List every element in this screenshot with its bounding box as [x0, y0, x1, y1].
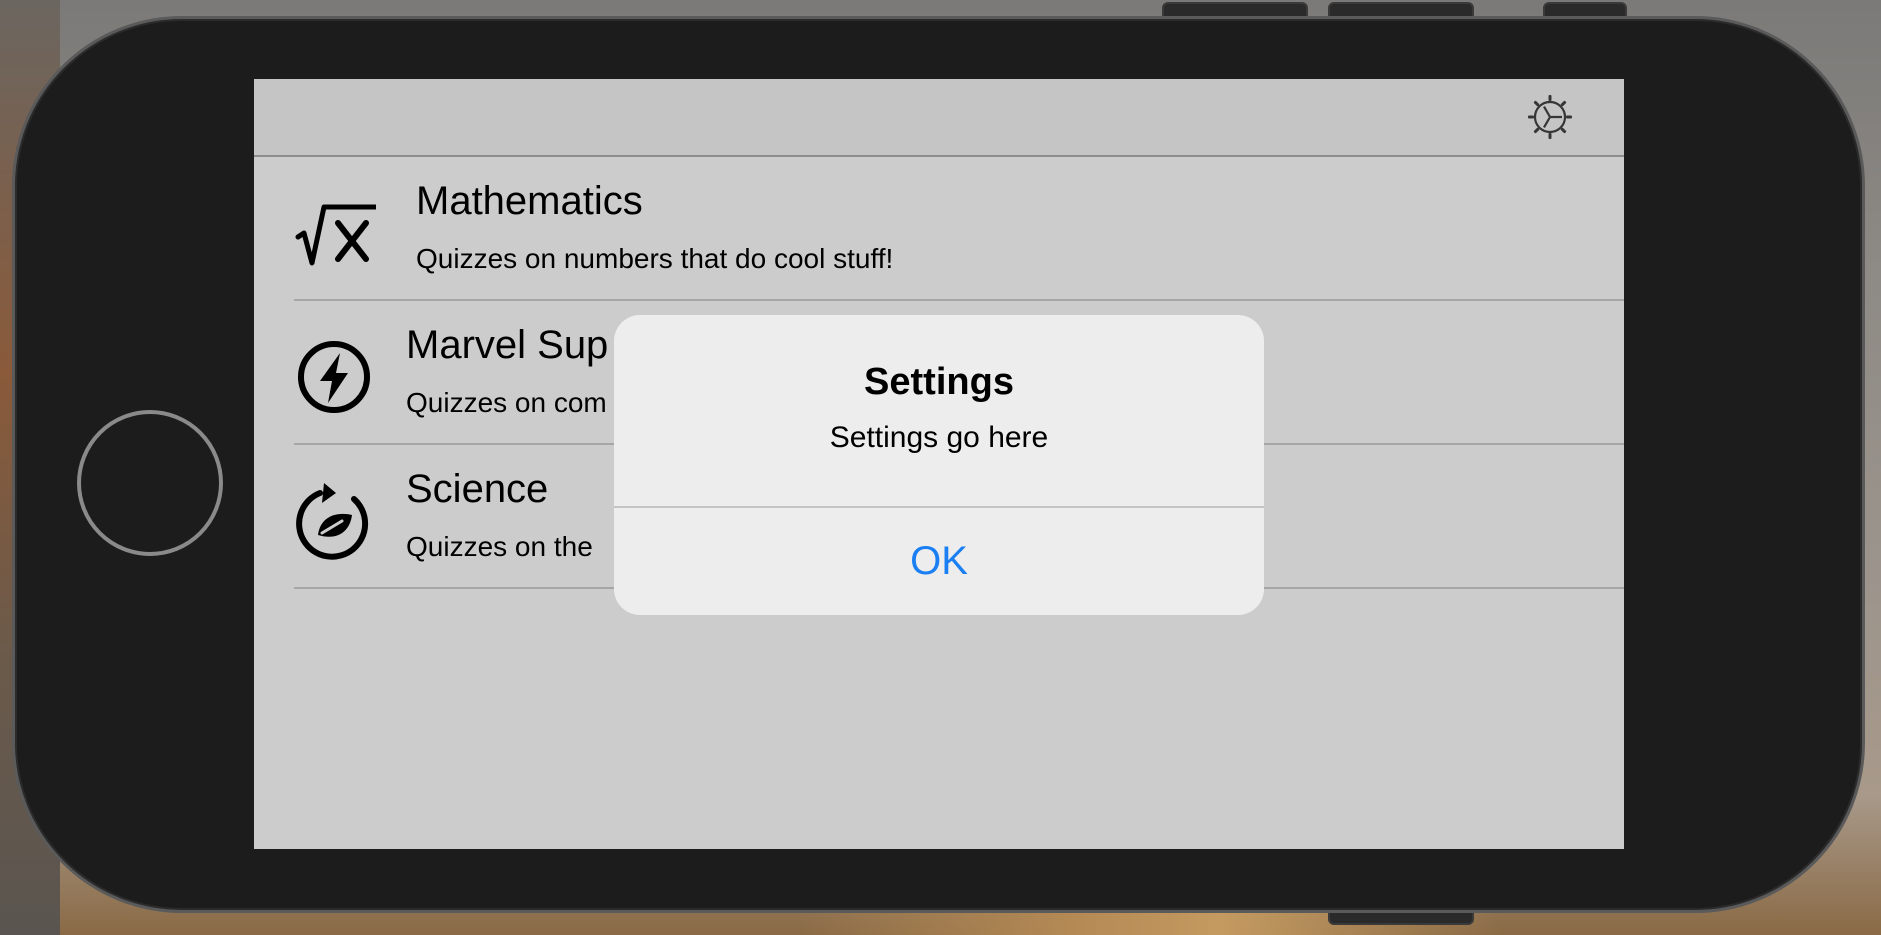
alert-title: Settings: [864, 361, 1014, 403]
home-button[interactable]: [77, 410, 223, 556]
app-screen: Mathematics Quizzes on numbers that do c…: [254, 79, 1624, 849]
ok-button[interactable]: OK: [614, 508, 1264, 615]
alert-message: Settings go here: [829, 421, 1049, 454]
settings-alert: Settings Settings go here OK: [614, 315, 1264, 615]
